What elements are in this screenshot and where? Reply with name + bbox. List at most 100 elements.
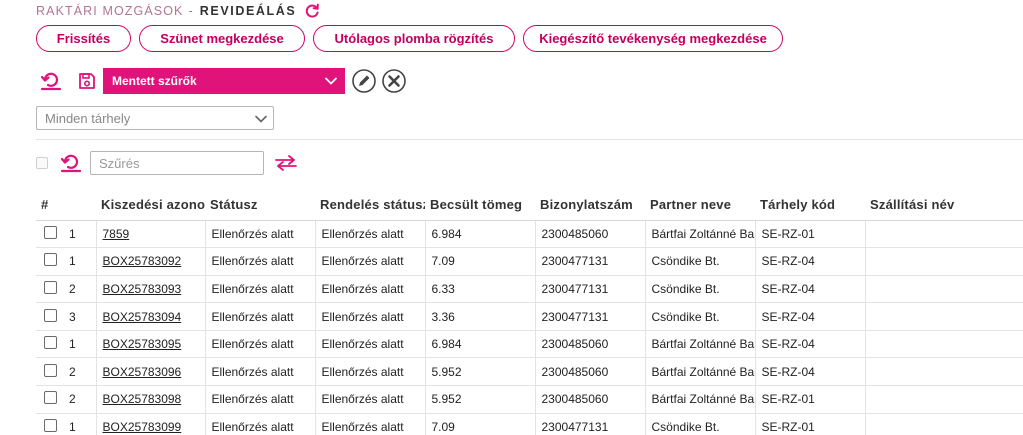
record-seal-button[interactable]: Utólagos plomba rögzítés bbox=[313, 25, 515, 52]
reset-filter-icon[interactable] bbox=[60, 153, 82, 173]
order-status-cell: Ellenőrzés alatt bbox=[315, 247, 426, 276]
storage-code-cell: SE-RZ-04 bbox=[755, 357, 866, 387]
col-header-order-status[interactable]: Rendelés státusz bbox=[315, 190, 425, 221]
status-cell: Ellenőrzés alatt bbox=[205, 220, 316, 249]
table-row[interactable]: 2 BOX25783093 Ellenőrzés alatt Ellenőrzés a… bbox=[36, 275, 1023, 304]
storage-select[interactable]: Minden tárhely bbox=[36, 106, 274, 130]
picking-id-link[interactable]: BOX25783098 bbox=[103, 392, 182, 406]
table-row[interactable]: 1 7859 Ellenőrzés alatt Ellenőrzés alatt 6.9… bbox=[36, 220, 1023, 249]
partner-name-cell: Csöndike Bt. bbox=[645, 275, 756, 304]
grid-toolbar bbox=[36, 151, 297, 175]
table-row[interactable]: 1 BOX25783099 Ellenőrzés alatt Ellenőrzés a… bbox=[36, 413, 1023, 435]
refresh-button[interactable]: Frissítés bbox=[36, 25, 131, 52]
col-header-index[interactable]: # bbox=[36, 190, 96, 221]
checkbox-cell bbox=[36, 357, 64, 387]
picking-id-link[interactable]: BOX25783092 bbox=[103, 254, 182, 268]
row-checkbox[interactable] bbox=[44, 253, 57, 267]
row-count: 1 bbox=[64, 413, 97, 435]
picking-id-cell: BOX25783092 bbox=[96, 247, 206, 276]
col-header-partner-name[interactable]: Partner neve bbox=[645, 190, 755, 221]
table-body: 1 7859 Ellenőrzés alatt Ellenőrzés alatt 6.9… bbox=[36, 220, 1023, 435]
document-number-cell: 2300485060 bbox=[535, 330, 646, 359]
saved-filters-value: Mentett szűrők bbox=[112, 74, 197, 88]
close-icon[interactable] bbox=[382, 69, 406, 93]
save-icon[interactable] bbox=[78, 72, 96, 90]
table-row[interactable]: 1 BOX25783092 Ellenőrzés alatt Ellenőrzés a… bbox=[36, 247, 1023, 276]
saved-filters-select[interactable]: Mentett szűrők bbox=[103, 68, 345, 94]
start-break-button[interactable]: Szünet megkezdése bbox=[139, 25, 305, 52]
row-checkbox[interactable] bbox=[44, 391, 57, 405]
partner-name-cell: Csöndike Bt. bbox=[645, 413, 756, 435]
col-header-storage-code[interactable]: Tárhely kód bbox=[755, 190, 865, 221]
weight-cell: 5.952 bbox=[425, 385, 536, 414]
row-count: 2 bbox=[64, 385, 97, 414]
row-checkbox[interactable] bbox=[44, 418, 57, 432]
storage-code-cell: SE-RZ-01 bbox=[755, 220, 866, 249]
table-row[interactable]: 1 BOX25783095 Ellenőrzés alatt Ellenőrzés a… bbox=[36, 330, 1023, 359]
chevron-down-icon bbox=[255, 111, 267, 126]
row-checkbox[interactable] bbox=[44, 225, 57, 239]
col-header-status[interactable]: Státusz bbox=[205, 190, 315, 221]
row-checkbox[interactable] bbox=[44, 308, 57, 322]
picking-id-cell: BOX25783096 bbox=[96, 357, 206, 387]
order-status-cell: Ellenőrzés alatt bbox=[315, 302, 426, 331]
select-all-checkbox[interactable] bbox=[36, 157, 48, 169]
document-number-cell: 2300477131 bbox=[535, 302, 646, 331]
picking-id-link[interactable]: BOX25783093 bbox=[103, 282, 182, 296]
weight-cell: 6.33 bbox=[425, 275, 536, 304]
order-status-cell: Ellenőrzés alatt bbox=[315, 413, 426, 435]
storage-code-cell: SE-RZ-04 bbox=[755, 247, 866, 276]
document-number-cell: 2300477131 bbox=[535, 275, 646, 304]
col-header-weight[interactable]: Becsült tömeg bbox=[425, 190, 535, 221]
col-header-document-number[interactable]: Bizonylatszám bbox=[535, 190, 645, 221]
checkbox-cell bbox=[36, 220, 64, 249]
col-header-shipping-name[interactable]: Szállítási név bbox=[865, 190, 1023, 221]
weight-cell: 5.952 bbox=[425, 357, 536, 387]
picking-id-cell: BOX25783093 bbox=[96, 275, 206, 304]
pencil-icon[interactable] bbox=[352, 69, 376, 93]
swap-arrows-icon[interactable] bbox=[275, 155, 297, 171]
reset-filter-icon[interactable] bbox=[40, 71, 62, 91]
row-checkbox[interactable] bbox=[44, 363, 57, 377]
picking-id-link[interactable]: BOX25783099 bbox=[103, 420, 182, 434]
col-header-picking-id[interactable]: Kiszedési azonosító bbox=[96, 190, 205, 221]
row-count: 1 bbox=[64, 330, 97, 359]
partner-name-cell: Csöndike Bt. bbox=[645, 247, 756, 276]
partner-name-cell: Bártfai Zoltánné Bartfai bbox=[645, 220, 756, 249]
storage-code-cell: SE-RZ-04 bbox=[755, 275, 866, 304]
refresh-icon[interactable] bbox=[304, 3, 320, 19]
row-count: 2 bbox=[64, 275, 97, 304]
table-row[interactable]: 2 BOX25783096 Ellenőrzés alatt Ellenőrzés a… bbox=[36, 357, 1023, 387]
row-checkbox[interactable] bbox=[44, 336, 57, 350]
storage-code-cell: SE-RZ-01 bbox=[755, 413, 866, 435]
table-header-row: # Kiszedési azonosító Státusz Rendelés s… bbox=[36, 190, 1023, 221]
shipping-name-cell bbox=[865, 275, 1023, 304]
order-status-cell: Ellenőrzés alatt bbox=[315, 275, 426, 304]
breadcrumb-parent[interactable]: Raktári mozgások bbox=[36, 4, 183, 18]
breadcrumb-separator: - bbox=[188, 4, 194, 18]
picking-id-cell: BOX25783094 bbox=[96, 302, 206, 331]
table-row[interactable]: 2 BOX25783098 Ellenőrzés alatt Ellenőrzés a… bbox=[36, 385, 1023, 414]
picking-id-link[interactable]: BOX25783094 bbox=[103, 310, 182, 324]
breadcrumb: Raktári mozgások - Revideálás bbox=[36, 3, 320, 19]
picking-id-cell: BOX25783095 bbox=[96, 330, 206, 359]
table-row[interactable]: 3 BOX25783094 Ellenőrzés alatt Ellenőrzés a… bbox=[36, 302, 1023, 331]
picking-id-link[interactable]: 7859 bbox=[103, 227, 130, 241]
status-cell: Ellenőrzés alatt bbox=[205, 385, 316, 414]
row-count: 1 bbox=[64, 247, 97, 276]
picking-id-link[interactable]: BOX25783095 bbox=[103, 337, 182, 351]
start-extra-activity-button[interactable]: Kiegészítő tevékenység megkezdése bbox=[523, 25, 783, 52]
row-checkbox[interactable] bbox=[44, 280, 57, 294]
checkbox-cell bbox=[36, 247, 64, 276]
shipping-name-cell bbox=[865, 220, 1023, 249]
document-number-cell: 2300477131 bbox=[535, 247, 646, 276]
divider bbox=[36, 139, 1023, 140]
status-cell: Ellenőrzés alatt bbox=[205, 247, 316, 276]
saved-filter-toolbar: Mentett szűrők bbox=[40, 68, 406, 94]
search-input[interactable] bbox=[90, 151, 264, 175]
checkbox-cell bbox=[36, 302, 64, 331]
picking-id-cell: 7859 bbox=[96, 220, 206, 249]
page-title: Revideálás bbox=[199, 4, 297, 18]
chevron-down-icon bbox=[325, 74, 337, 88]
picking-id-link[interactable]: BOX25783096 bbox=[103, 365, 182, 379]
